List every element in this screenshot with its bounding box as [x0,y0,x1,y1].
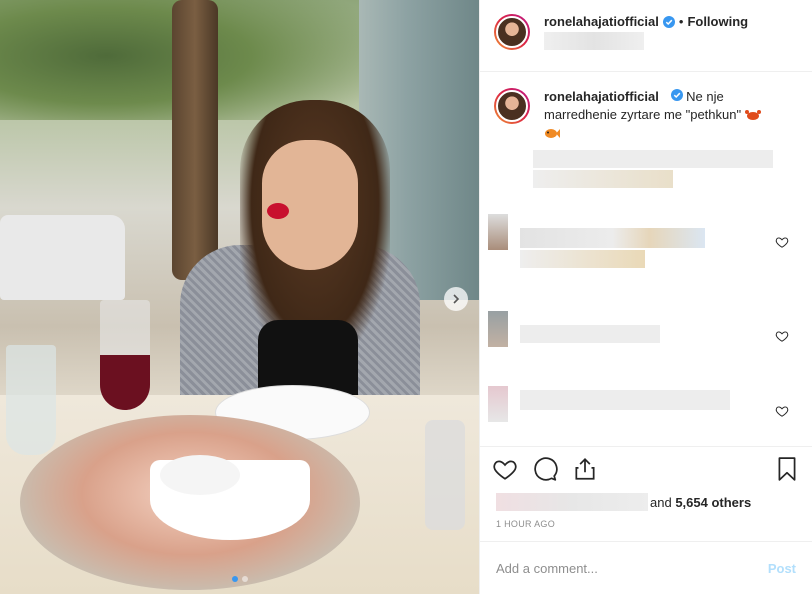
wine-glass [100,300,150,410]
avatar[interactable] [494,14,530,50]
comment-row [480,210,812,270]
comment-row [480,382,812,442]
likes-summary: and 5,654 others [480,491,812,513]
verified-badge-icon [670,89,683,101]
blurred-comment [520,228,705,248]
blurred-comment [520,250,645,268]
verified-badge-icon [662,15,675,28]
following-button[interactable]: Following [687,14,748,29]
blurred-liker-names [496,493,648,511]
share-icon[interactable] [572,456,598,482]
comment-like-icon[interactable] [775,404,789,418]
bookmark-icon[interactable] [774,456,800,482]
add-comment-form: Post [480,542,812,594]
instagram-post: ronelahajatiofficial • Following ronelah… [0,0,812,594]
blurred-avatar [488,214,508,250]
van [0,215,125,300]
post-photo[interactable] [0,0,479,594]
carousel-dot [231,576,238,582]
lips [267,203,289,219]
caption-username[interactable]: ronelahajatiofficial [544,89,659,104]
tree-trunk [172,0,218,280]
caption: ronelahajatiofficial Ne nje marredhenie … [494,88,798,142]
blurred-avatar [488,386,508,422]
water-glass [6,345,56,455]
comment-icon[interactable] [532,456,558,482]
post-header: ronelahajatiofficial • Following [480,0,812,72]
comments-section: ronelahajatiofficial Ne nje marredhenie … [480,72,812,447]
salt-shaker [425,420,465,530]
action-bar [480,447,812,491]
comment-like-icon[interactable] [775,235,789,249]
blurred-comment [520,325,660,343]
fish-emoji-icon [545,129,560,139]
post-timestamp[interactable]: 1 HOUR AGO [480,513,812,542]
small-bowl [160,455,240,495]
crab-emoji-icon [744,110,761,121]
carousel-dot [241,576,248,582]
post-comment-button[interactable]: Post [768,561,796,576]
comment-input[interactable] [496,560,768,576]
blurred-text [533,150,773,168]
blurred-comment [520,390,730,410]
likes-count[interactable]: and 5,654 others [650,495,751,510]
comment-like-icon[interactable] [775,329,789,343]
blurred-location [544,32,644,50]
blurred-text [533,170,673,188]
carousel-indicator [0,576,479,582]
caption-avatar[interactable] [494,88,530,124]
comment-row [480,307,812,367]
blurred-avatar [488,311,508,347]
post-sidebar: ronelahajatiofficial • Following ronelah… [479,0,812,594]
heart-icon[interactable] [492,456,518,482]
header-username[interactable]: ronelahajatiofficial [544,14,659,29]
separator: • [678,14,684,29]
next-photo-button[interactable] [444,287,468,311]
chevron-right-icon [453,294,460,304]
